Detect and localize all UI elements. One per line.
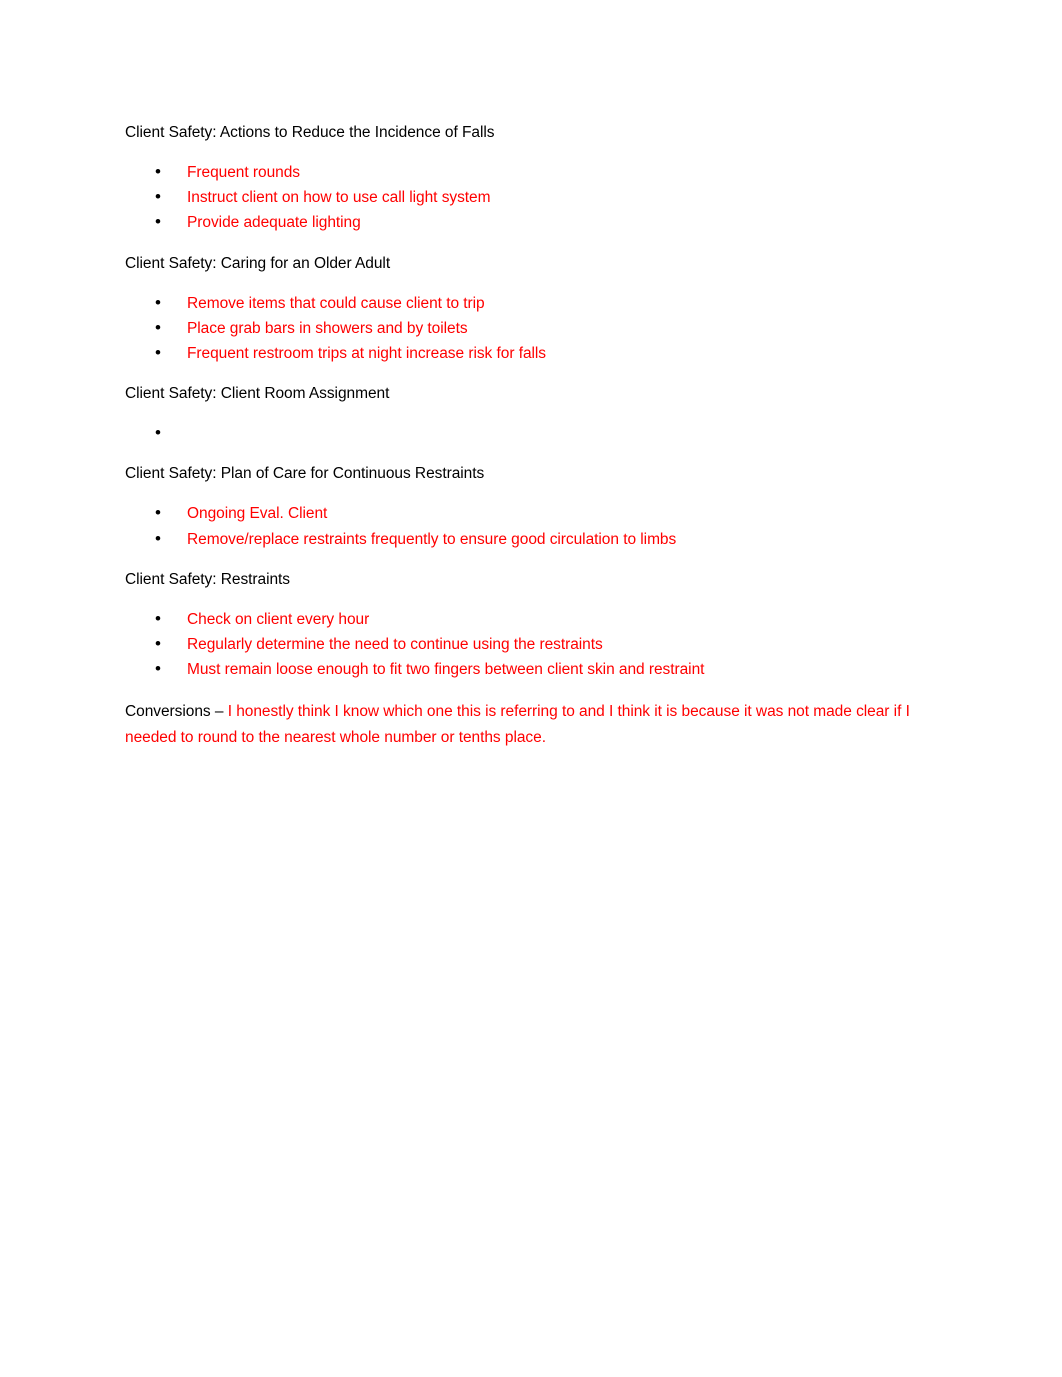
list-item: Frequent restroom trips at night increas…	[125, 340, 937, 366]
section-heading: Client Safety: Caring for an Older Adult	[125, 254, 391, 272]
section-heading: Client Safety: Plan of Care for Continuo…	[125, 465, 485, 483]
section-heading: Client Safety: Restraints	[125, 570, 291, 588]
conversions-paragraph: Conversions – I honestly think I know wh…	[125, 699, 915, 750]
bullet-list: Ongoing Eval. Client Remove/replace rest…	[125, 500, 937, 552]
document-page: Client Safety: Actions to Reduce the Inc…	[0, 0, 1062, 1377]
document-body: Client Safety: Actions to Reduce the Inc…	[125, 122, 937, 774]
list-item: Frequent rounds	[125, 159, 937, 185]
list-item: Ongoing Eval. Client	[125, 500, 937, 526]
list-item: Provide adequate lighting	[125, 209, 937, 235]
list-item: Remove items that could cause client to …	[125, 290, 937, 316]
section-heading: Client Safety: Actions to Reduce the Inc…	[125, 124, 495, 141]
bullet-list: Check on client every hour Regularly det…	[125, 606, 937, 683]
section-falls: Client Safety: Actions to Reduce the Inc…	[125, 122, 937, 236]
section-room-assignment: Client Safety: Client Room Assignment	[125, 383, 937, 446]
section-older-adult: Client Safety: Caring for an Older Adult…	[125, 253, 937, 367]
list-item: Regularly determine the need to continue…	[125, 631, 937, 657]
bullet-list: Remove items that could cause client to …	[125, 290, 937, 367]
list-item: Check on client every hour	[125, 606, 937, 632]
section-heading: Client Safety: Client Room Assignment	[125, 385, 390, 403]
list-item: Remove/replace restraints frequently to …	[125, 526, 937, 552]
list-item: Must remain loose enough to fit two fing…	[125, 656, 937, 682]
list-item: Instruct client on how to use call light…	[125, 184, 937, 210]
list-item: Place grab bars in showers and by toilet…	[125, 315, 937, 341]
section-restraints: Client Safety: Restraints Check on clien…	[125, 569, 937, 683]
section-continuous-restraints: Client Safety: Plan of Care for Continuo…	[125, 463, 937, 551]
bullet-list: Frequent rounds Instruct client on how t…	[125, 159, 937, 236]
list-item	[125, 420, 937, 446]
conversions-label: Conversions –	[125, 703, 228, 721]
bullet-list	[125, 420, 937, 446]
conversions-text: I honestly think I know which one this i…	[125, 703, 910, 746]
